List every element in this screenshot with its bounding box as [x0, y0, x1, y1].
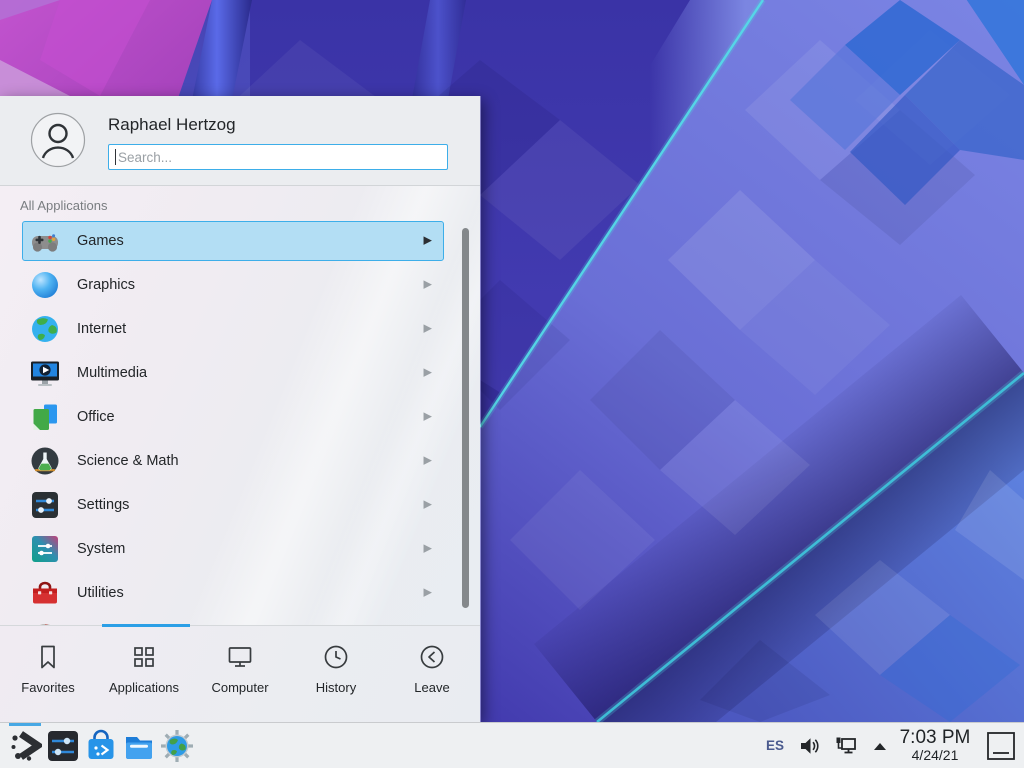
- tab-label: History: [316, 680, 356, 695]
- tab-applications[interactable]: Applications: [96, 626, 192, 722]
- science-icon: [29, 445, 61, 477]
- utilities-icon: [29, 577, 61, 609]
- category-system[interactable]: System ▶: [22, 529, 444, 569]
- games-icon: [29, 225, 61, 257]
- category-label: Utilities: [77, 585, 124, 601]
- search-field[interactable]: [108, 144, 448, 170]
- active-task-indicator: [9, 723, 41, 726]
- show-desktop-button[interactable]: [986, 731, 1016, 761]
- system-settings-icon: [46, 729, 80, 763]
- category-label: Graphics: [77, 277, 135, 293]
- file-manager-button[interactable]: [120, 723, 158, 768]
- list-scrollbar[interactable]: [462, 228, 469, 608]
- category-science-math[interactable]: Science & Math ▶: [22, 441, 444, 481]
- volume-icon[interactable]: [798, 735, 820, 757]
- submenu-arrow-icon: ▶: [424, 280, 432, 291]
- grid-icon: [130, 643, 158, 671]
- active-tab-indicator: [102, 624, 190, 627]
- leave-icon: [418, 643, 446, 671]
- tab-label: Computer: [211, 680, 268, 695]
- submenu-arrow-icon: ▶: [424, 324, 432, 335]
- submenu-arrow-icon: ▶: [424, 236, 432, 247]
- graphics-icon: [29, 269, 61, 301]
- category-internet[interactable]: Internet ▶: [22, 309, 444, 349]
- monitor-icon: [226, 643, 254, 671]
- category-label: Internet: [77, 321, 126, 337]
- keyboard-layout-indicator[interactable]: ES: [766, 738, 784, 753]
- launcher-header: Raphael Hertzog: [0, 96, 480, 186]
- internet-icon: [29, 313, 61, 345]
- submenu-arrow-icon: ▶: [424, 456, 432, 467]
- category-label: Science & Math: [77, 453, 179, 469]
- category-settings[interactable]: Settings ▶: [22, 485, 444, 525]
- tab-leave[interactable]: Leave: [384, 626, 480, 722]
- kde-launcher-icon: [8, 729, 42, 763]
- applications-list: All Applications Games ▶ Graphics: [0, 186, 480, 625]
- category-help[interactable]: Help ▶: [22, 617, 444, 625]
- user-name: Raphael Hertzog: [108, 115, 236, 135]
- category-games[interactable]: Games ▶: [22, 221, 444, 261]
- system-icon: [29, 533, 61, 565]
- tab-label: Applications: [109, 680, 179, 695]
- category-graphics[interactable]: Graphics ▶: [22, 265, 444, 305]
- web-browser-button[interactable]: [158, 723, 196, 768]
- bookmark-icon: [34, 643, 62, 671]
- clock-date: 4/24/21: [898, 748, 972, 763]
- tab-label: Favorites: [21, 680, 74, 695]
- application-launcher-button[interactable]: [6, 723, 44, 768]
- system-settings-button[interactable]: [44, 723, 82, 768]
- discover-button[interactable]: [82, 723, 120, 768]
- submenu-arrow-icon: ▶: [424, 412, 432, 423]
- expand-tray-caret-icon[interactable]: [872, 740, 888, 752]
- taskbar-panel: ES 7:03 PM 4/24/21: [0, 722, 1024, 768]
- clock-icon: [322, 643, 350, 671]
- digital-clock[interactable]: 7:03 PM 4/24/21: [898, 728, 972, 763]
- category-label: Office: [77, 409, 115, 425]
- category-label: Settings: [77, 497, 129, 513]
- category-label: System: [77, 541, 125, 557]
- settings-icon: [29, 489, 61, 521]
- globe-gear-icon: [160, 729, 194, 763]
- office-icon: [29, 401, 61, 433]
- user-avatar[interactable]: [30, 112, 86, 168]
- network-icon[interactable]: [834, 735, 858, 757]
- submenu-arrow-icon: ▶: [424, 500, 432, 511]
- tab-computer[interactable]: Computer: [192, 626, 288, 722]
- submenu-arrow-icon: ▶: [424, 368, 432, 379]
- system-tray: ES: [766, 735, 888, 757]
- category-utilities[interactable]: Utilities ▶: [22, 573, 444, 613]
- submenu-arrow-icon: ▶: [424, 544, 432, 555]
- folder-icon: [122, 729, 156, 763]
- category-label: Multimedia: [77, 365, 147, 381]
- clock-time: 7:03 PM: [898, 728, 972, 748]
- application-launcher-popup: Raphael Hertzog All Applications Games ▶: [0, 96, 481, 722]
- tab-favorites[interactable]: Favorites: [0, 626, 96, 722]
- submenu-arrow-icon: ▶: [424, 588, 432, 599]
- category-multimedia[interactable]: Multimedia ▶: [22, 353, 444, 393]
- category-label: Games: [77, 233, 124, 249]
- desktop: { "popup": { "user_name": "Raphael Hertz…: [0, 0, 1024, 768]
- multimedia-icon: [29, 357, 61, 389]
- tab-label: Leave: [414, 680, 449, 695]
- discover-icon: [84, 729, 118, 763]
- tab-history[interactable]: History: [288, 626, 384, 722]
- search-input[interactable]: [116, 145, 440, 169]
- launcher-tabbar: Favorites Applications Computer History: [0, 625, 480, 722]
- category-office[interactable]: Office ▶: [22, 397, 444, 437]
